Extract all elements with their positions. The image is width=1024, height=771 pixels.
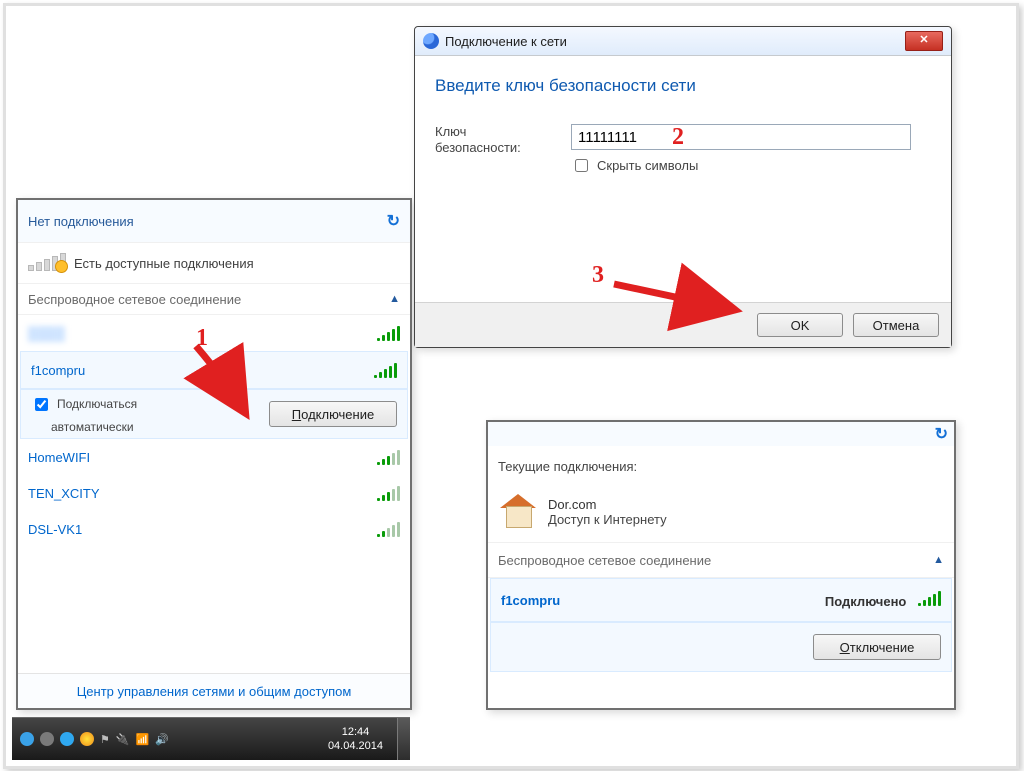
close-icon[interactable]: ✕ [905, 31, 943, 51]
clock-date: 04.04.2014 [328, 739, 383, 753]
section-label: Беспроводное сетевое соединение [498, 553, 711, 568]
current-title: Текущие подключения: [488, 446, 954, 482]
key-label: Ключ безопасности: [435, 124, 555, 175]
refresh-icon[interactable]: ↻ [387, 211, 400, 231]
signal-icon [918, 591, 941, 606]
arrow-1 [176, 326, 296, 436]
annotation-2: 2 [672, 124, 684, 151]
connected-network-row[interactable]: f1compru Подключено [490, 578, 952, 622]
network-tray-icon[interactable]: 📶 [136, 733, 150, 746]
disconnect-row: Отключение [490, 622, 952, 672]
hide-chars-checkbox[interactable] [575, 159, 588, 172]
network-name: HomeWIFI [28, 450, 90, 465]
refresh-icon[interactable]: ↻ [935, 424, 948, 444]
taskbar: ⚑ 🔌 📶 🔊 12:44 04.04.2014 [12, 717, 410, 760]
hide-chars-row[interactable]: Скрыть символы [571, 156, 911, 175]
signal-icon [377, 486, 400, 501]
network-flyout: Нет подключения ↻ Есть доступные подключ… [16, 198, 412, 710]
current-connections-flyout: ↻ Текущие подключения: Dor.com Доступ к … [486, 420, 956, 710]
signal-icon [374, 363, 397, 378]
tray-icon[interactable] [40, 732, 54, 746]
chevron-up-icon: ▲ [933, 554, 944, 566]
dialog-titlebar: Подключение к сети ✕ [415, 27, 951, 56]
ok-button[interactable]: OK [757, 313, 843, 337]
auto-connect-checkbox[interactable] [35, 398, 48, 411]
network-item[interactable]: DSL-VK1 [18, 511, 410, 547]
arrow-3 [596, 266, 756, 326]
flyout-header: Нет подключения ↻ [18, 200, 410, 243]
network-name: ████ [28, 326, 65, 341]
security-key-input[interactable] [571, 124, 911, 150]
network-item[interactable]: HomeWIFI [18, 439, 410, 475]
wireless-section[interactable]: Беспроводное сетевое соединение ▲ [488, 542, 954, 578]
dialog-prompt: Введите ключ безопасности сети [415, 56, 951, 124]
network-name: TEN_XCITY [28, 486, 100, 501]
home-icon [498, 492, 538, 532]
network-name: DSL-VK1 [28, 522, 82, 537]
auto-connect-label-1: Подключаться [57, 397, 137, 411]
network-name: f1compru [501, 593, 560, 608]
current-domain: Dor.com [548, 497, 667, 512]
tray-icon[interactable]: ⚑ [100, 733, 110, 746]
disconnect-button[interactable]: Отключение [813, 634, 941, 660]
signal-warn-icon [28, 255, 66, 271]
current-status: Доступ к Интернету [548, 512, 667, 527]
cancel-button[interactable]: Отмена [853, 313, 939, 337]
volume-icon[interactable]: 🔊 [155, 733, 169, 746]
tray-icon[interactable] [80, 732, 94, 746]
current-network-row: Dor.com Доступ к Интернету [488, 482, 954, 542]
system-tray[interactable]: ⚑ 🔌 📶 🔊 [12, 732, 177, 746]
signal-icon [377, 450, 400, 465]
network-icon [423, 33, 439, 49]
wireless-section[interactable]: Беспроводное сетевое соединение ▲ [18, 283, 410, 315]
available-label: Есть доступные подключения [74, 256, 254, 271]
section-label: Беспроводное сетевое соединение [28, 292, 241, 307]
network-center-link[interactable]: Центр управления сетями и общим доступом [18, 673, 410, 708]
network-state: Подключено [825, 594, 906, 609]
clock-time: 12:44 [328, 725, 383, 739]
tray-icon[interactable] [20, 732, 34, 746]
auto-connect-label-2: автоматически [51, 420, 134, 434]
show-desktop-button[interactable] [397, 718, 410, 760]
tray-icon[interactable] [60, 732, 74, 746]
taskbar-clock[interactable]: 12:44 04.04.2014 [314, 725, 397, 753]
network-name: f1compru [31, 363, 85, 378]
signal-icon [377, 522, 400, 537]
flyout-header: ↻ [488, 422, 954, 446]
signal-icon [377, 326, 400, 341]
dialog-title: Подключение к сети [445, 34, 567, 49]
network-item[interactable]: TEN_XCITY [18, 475, 410, 511]
available-row: Есть доступные подключения [18, 243, 410, 283]
flyout-title: Нет подключения [28, 214, 134, 229]
plug-icon[interactable]: 🔌 [116, 733, 130, 746]
chevron-up-icon: ▲ [389, 293, 400, 305]
